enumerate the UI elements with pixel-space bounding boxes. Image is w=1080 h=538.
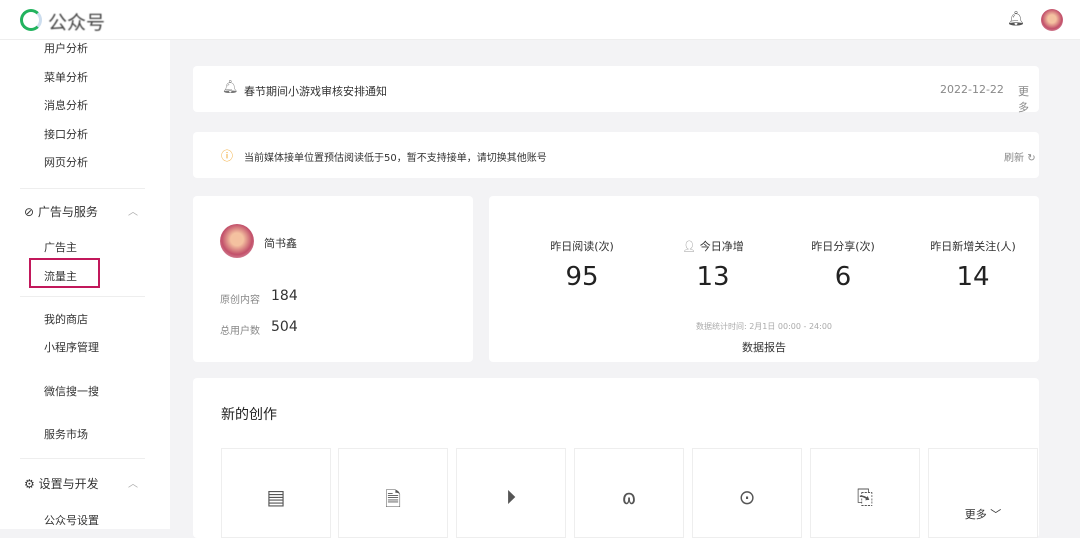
sidebar-item-message-analysis[interactable]: 消息分析: [44, 97, 88, 113]
stat-label: 昨日分享(次): [811, 240, 875, 253]
highlight-box: [29, 258, 100, 288]
chevron-up-icon: ︿: [128, 207, 138, 218]
data-report-link[interactable]: 数据报告: [489, 339, 1039, 355]
refresh-icon: ↻: [1027, 153, 1036, 164]
stat-shares: 昨日分享(次) 6: [783, 238, 903, 292]
stat-new-followers: 昨日新增关注(人) 14: [913, 238, 1033, 292]
notice-date: 2022-12-22: [940, 83, 1004, 96]
original-value: 184: [271, 288, 298, 304]
top-bar: 公众号 🔔︎: [0, 0, 1080, 40]
chevron-down-icon: ﹀: [990, 508, 1002, 521]
sidebar: 用户分析 菜单分析 消息分析 接口分析 网页分析 ⊘ 广告与服务 ︿ 广告主 流量…: [0, 40, 170, 529]
group-label: 广告与服务: [37, 205, 98, 219]
gear-icon: ⚙: [24, 477, 35, 491]
create-audio-tile[interactable]: ɷ: [574, 448, 684, 538]
stat-value: 14: [956, 262, 990, 292]
stat-label: 昨日阅读(次): [550, 240, 614, 253]
sidebar-item-user-analysis[interactable]: 用户分析: [44, 40, 88, 56]
user-icon: 👤︎: [682, 240, 697, 253]
users-value: 504: [271, 319, 298, 335]
sidebar-group-settings[interactable]: ⚙ 设置与开发 ︿: [24, 475, 138, 492]
create-title: 新的创作: [221, 407, 277, 423]
divider: [20, 296, 145, 297]
warning-icon: ⓘ: [221, 149, 234, 163]
divider: [20, 188, 145, 189]
stat-label: 昨日新增关注(人): [930, 240, 1016, 253]
group-label: 设置与开发: [38, 477, 99, 491]
original-label: 原创内容: [220, 295, 260, 306]
sidebar-item-web-analysis[interactable]: 网页分析: [44, 154, 88, 170]
bell-icon[interactable]: 🔔︎: [1007, 11, 1025, 27]
warning-card: ⓘ 当前媒体接单位置预估阅读低于50，暂不支持接单，请切换其他账号 刷新 ↻: [193, 132, 1039, 178]
create-video-tile[interactable]: ⏵︎: [456, 448, 566, 538]
app-title: 公众号: [48, 12, 106, 34]
stat-net-growth: 👤︎ 今日净增 13: [653, 238, 773, 292]
users-label: 总用户数: [220, 326, 260, 337]
refresh-button[interactable]: 刷新 ↻: [1004, 149, 1036, 164]
notice-card: 🔔︎ 春节期间小游戏审核安排通知 2022-12-22 更多: [193, 66, 1039, 115]
warning-text: 当前媒体接单位置预估阅读低于50，暂不支持接单，请切换其他账号: [244, 153, 547, 164]
sidebar-item-advertiser[interactable]: 广告主: [44, 239, 77, 255]
sidebar-item-market[interactable]: 服务市场: [44, 426, 88, 442]
more-tile[interactable]: 更多 ﹀: [928, 448, 1038, 538]
bell-icon: 🔔︎: [222, 80, 239, 95]
create-scheduled-tile[interactable]: 🗎︎: [338, 448, 448, 538]
user-avatar[interactable]: [1041, 9, 1063, 31]
sidebar-item-miniprogram[interactable]: 小程序管理: [44, 339, 99, 355]
stats-card: 昨日阅读(次) 95 👤︎ 今日净增 13 昨日分享(次) 6 昨日新增关注(人) 14…: [489, 196, 1039, 362]
account-name: 简书鑫: [264, 237, 297, 250]
create-article-tile[interactable]: ▤: [221, 448, 331, 538]
notice-link[interactable]: 春节期间小游戏审核安排通知: [244, 83, 387, 99]
play-icon: ⏵︎: [506, 485, 516, 509]
refresh-label: 刷新: [1004, 153, 1024, 164]
sidebar-item-api-analysis[interactable]: 接口分析: [44, 126, 88, 142]
share-icon: ⎘: [857, 485, 873, 509]
account-card: 简书鑫 原创内容 184 总用户数 504: [193, 196, 473, 362]
stat-reads: 昨日阅读(次) 95: [522, 238, 642, 292]
chevron-up-icon: ︿: [128, 479, 138, 490]
stat-value: 6: [834, 262, 852, 292]
stat-label: 今日净增: [699, 240, 744, 253]
sidebar-item-account-settings[interactable]: 公众号设置: [44, 512, 99, 528]
sidebar-item-shop[interactable]: 我的商店: [44, 311, 88, 327]
document-icon: ▤: [266, 485, 286, 509]
more-link[interactable]: 更多: [1018, 83, 1039, 115]
butterfly-icon: ɷ: [621, 485, 637, 509]
sidebar-item-search[interactable]: 微信搜一搜: [44, 383, 99, 399]
create-repost-tile[interactable]: ⎘: [810, 448, 920, 538]
stat-value: 95: [565, 262, 599, 292]
sidebar-item-menu-analysis[interactable]: 菜单分析: [44, 69, 88, 85]
logo-icon: [20, 9, 42, 31]
compass-icon: ⊘: [24, 205, 35, 219]
account-avatar: [220, 224, 254, 258]
divider: [20, 458, 145, 459]
record-icon: ⊙: [738, 485, 756, 509]
more-label: 更多: [964, 508, 987, 521]
time-note: 数据统计时间: 2月1日 00:00 - 24:00: [695, 322, 833, 331]
stat-value: 13: [696, 262, 730, 292]
sidebar-group-ads[interactable]: ⊘ 广告与服务 ︿: [24, 203, 138, 220]
create-live-tile[interactable]: ⊙: [692, 448, 802, 538]
document-clock-icon: 🗎︎: [384, 487, 402, 511]
